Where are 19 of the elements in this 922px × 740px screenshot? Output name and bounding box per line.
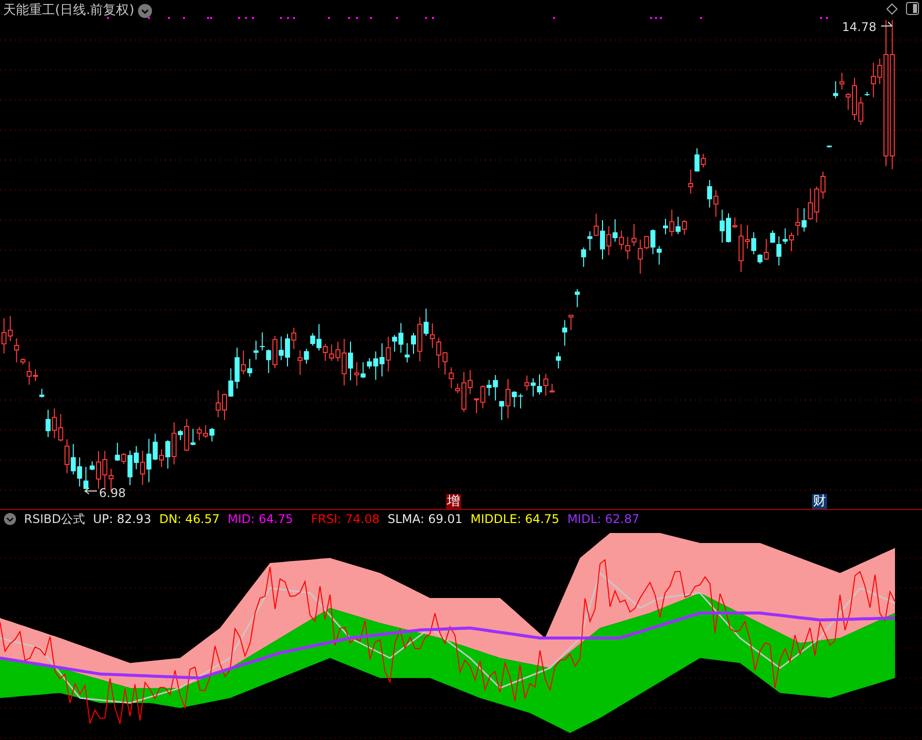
indicator-value: FRSI: 74.08 <box>310 511 380 528</box>
event-marker[interactable]: 财 <box>812 494 827 509</box>
panel-toggle-icon[interactable] <box>906 2 919 15</box>
indicator-value: MIDL: 62.87 <box>567 511 640 528</box>
arrow-icon <box>881 20 893 28</box>
indicator-value: SLMA: 69.01 <box>388 511 462 528</box>
indicator-value: DN: 46.57 <box>159 511 220 528</box>
indicator-name: RSIBD公式 <box>24 511 85 528</box>
indicator-value: UP: 82.93 <box>92 511 152 528</box>
stock-title: 天能重工(日线.前复权) <box>3 2 134 20</box>
indicator-value: MIDDLE: 64.75 <box>470 511 560 528</box>
low-price-label: 6.98 <box>99 485 126 502</box>
high-price-label: 14.78 <box>842 19 876 36</box>
indicator-value: MID: 64.75 <box>228 511 293 528</box>
dropdown-icon[interactable] <box>4 513 16 525</box>
arrow-icon <box>84 487 98 495</box>
dropdown-icon[interactable] <box>138 4 152 18</box>
event-marker[interactable]: 增 <box>446 494 461 509</box>
diamond-icon[interactable] <box>886 3 898 15</box>
